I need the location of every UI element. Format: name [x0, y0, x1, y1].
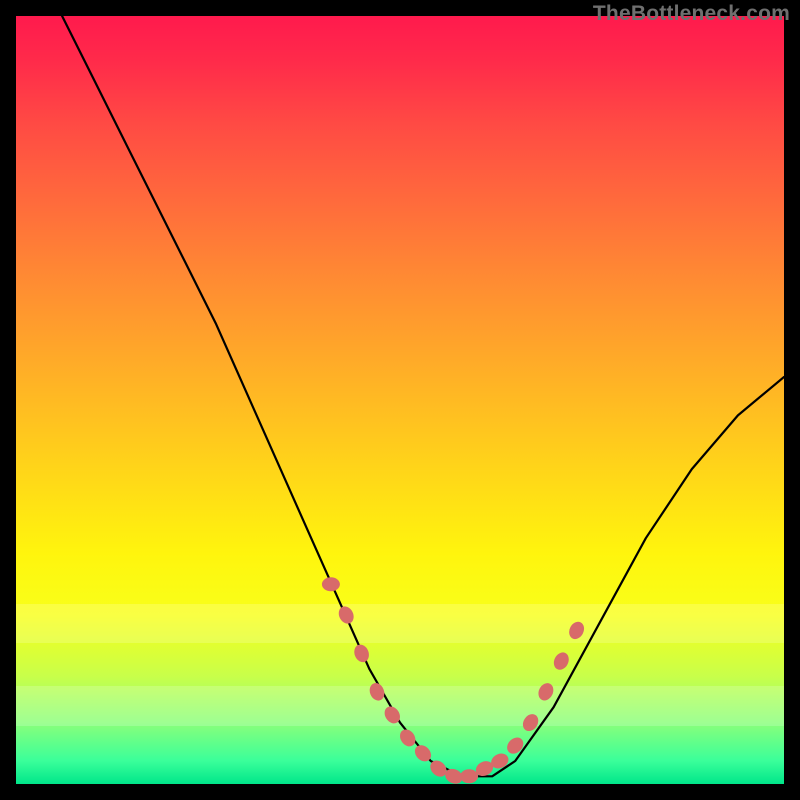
highlight-dot: [504, 734, 527, 757]
bottleneck-curve-path: [62, 16, 784, 776]
highlight-dot: [336, 604, 357, 626]
highlight-dot: [536, 681, 557, 703]
highlight-dot: [322, 577, 340, 591]
highlight-dot: [352, 642, 372, 664]
chart-plot-area: [16, 16, 784, 784]
highlight-dot: [551, 650, 572, 672]
chart-frame: TheBottleneck.com: [0, 0, 800, 800]
highlight-dots-group: [322, 577, 587, 784]
highlight-dot: [367, 681, 387, 703]
watermark-text: TheBottleneck.com: [593, 2, 790, 26]
highlight-dot: [397, 727, 419, 750]
highlight-dot: [460, 769, 478, 783]
highlight-dot: [566, 619, 587, 641]
chart-svg: [16, 16, 784, 784]
